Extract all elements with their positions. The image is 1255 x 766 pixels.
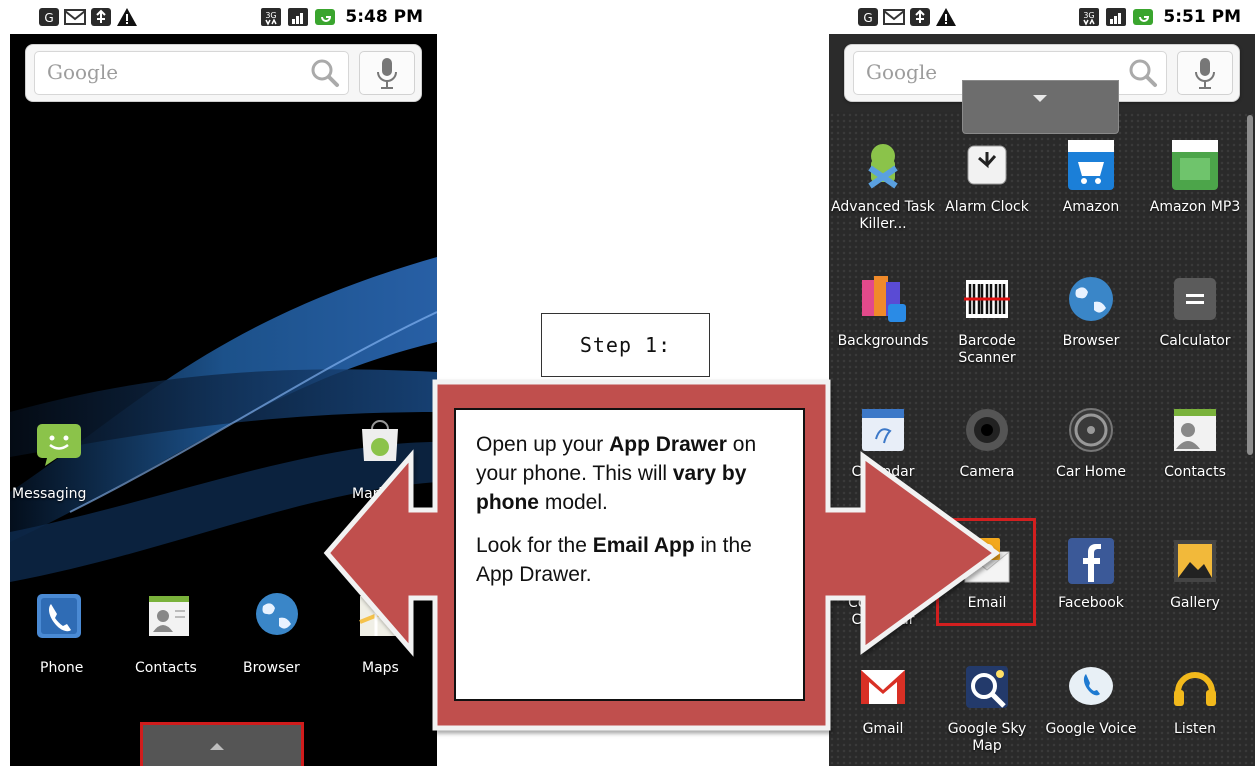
- instruction-paragraph-2: Look for the Email App in the App Drawer…: [476, 534, 752, 586]
- instruction-paragraph-1: Open up your App Drawer on your phone. T…: [476, 433, 757, 514]
- instruction-box: Open up your App Drawer on your phone. T…: [454, 408, 805, 701]
